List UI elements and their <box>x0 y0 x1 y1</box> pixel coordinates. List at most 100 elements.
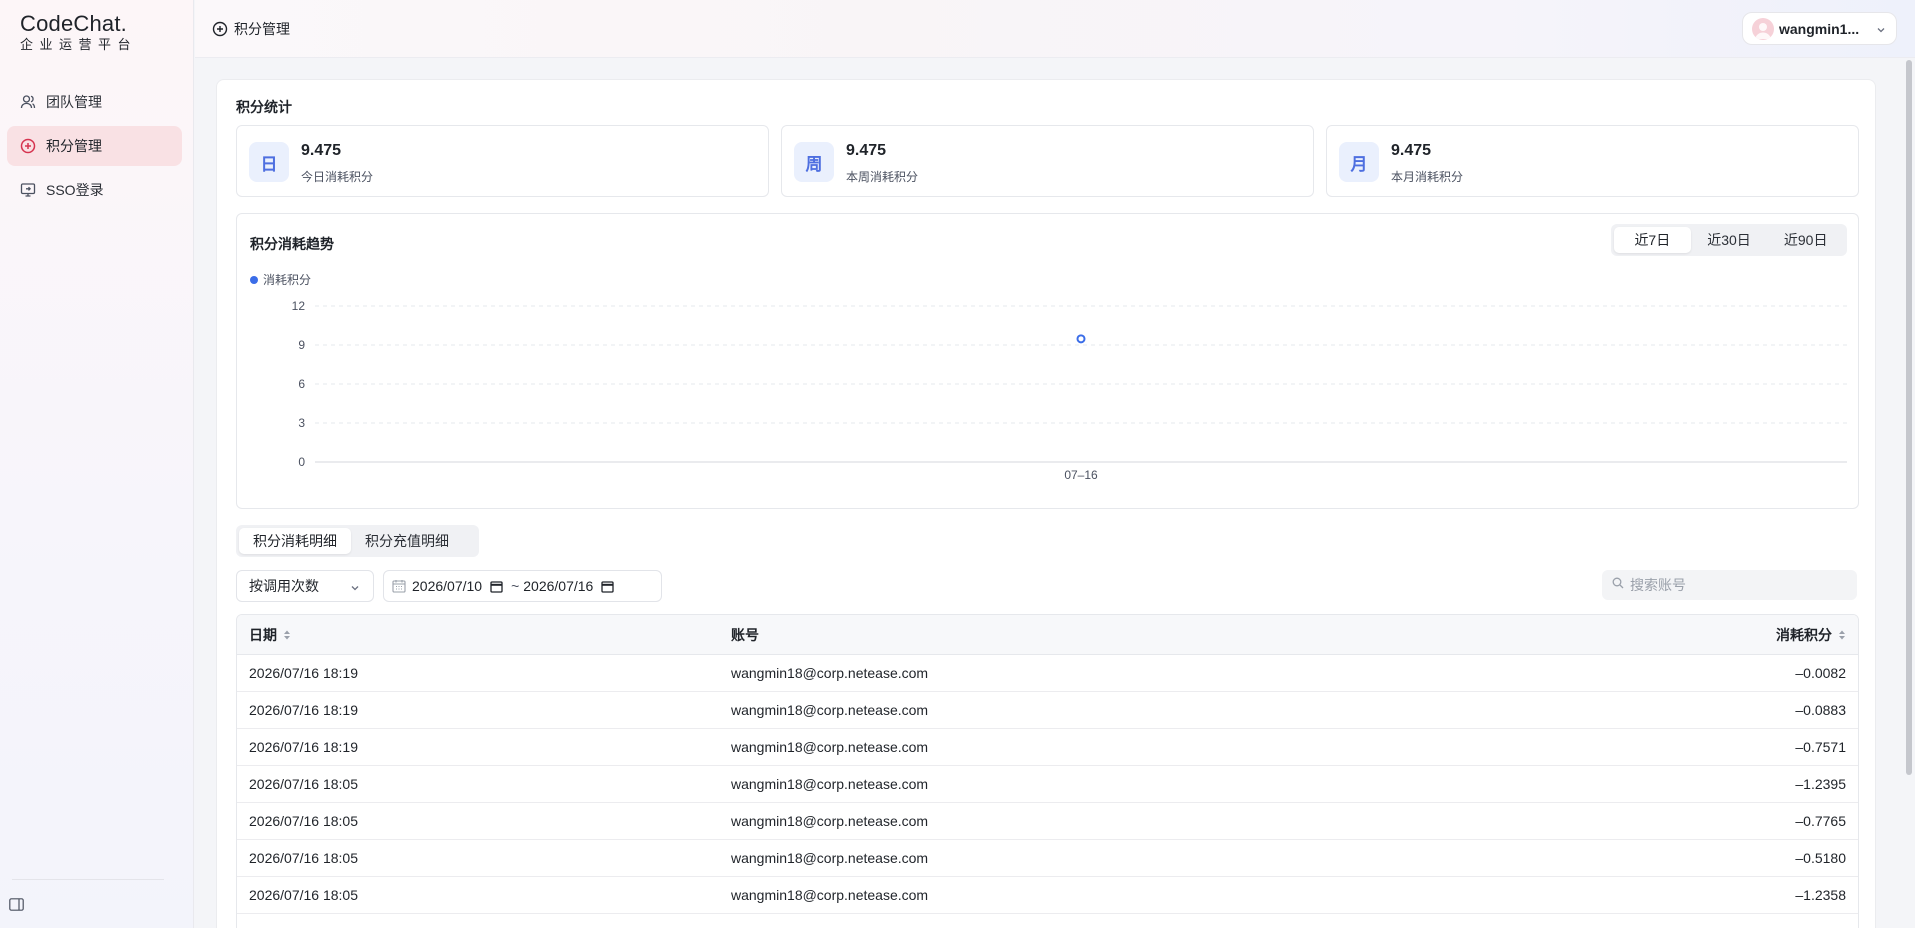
cell-points: –0.7765 <box>1795 813 1846 829</box>
column-account: 账号 <box>731 626 759 643</box>
cell-account: wangmin18@corp.netease.com <box>731 813 929 829</box>
y-tick-label: 9 <box>298 338 305 352</box>
y-tick-label: 12 <box>292 299 306 313</box>
avatar <box>1752 17 1774 40</box>
week-icon: 周 <box>794 142 834 182</box>
chevron-down-icon <box>349 581 361 593</box>
table-row: 2026/07/16 18:05 wangmin18@corp.netease.… <box>237 803 1858 840</box>
sidebar-item-label: SSO登录 <box>46 182 104 198</box>
cell-date: 2026/07/16 18:05 <box>249 887 358 903</box>
logo: CodeChat. 企业运营平台 <box>20 12 137 53</box>
page-scrollbar[interactable] <box>1904 60 1913 775</box>
column-points[interactable]: 消耗积分 <box>1558 625 1858 645</box>
calendar-icon <box>392 579 406 593</box>
column-date-label: 日期 <box>249 626 277 643</box>
sidebar: CodeChat. 企业运营平台 团队管理 积分管理 SSO登录 <box>0 0 194 928</box>
user-name: wangmin1... <box>1779 20 1860 37</box>
cell-account: wangmin18@corp.netease.com <box>731 776 929 792</box>
y-tick-label: 3 <box>298 416 305 430</box>
cell-account: wangmin18@corp.netease.com <box>731 739 929 755</box>
table-row: 2026/07/16 18:05 wangmin18@corp.netease.… <box>237 766 1858 803</box>
sidebar-nav: 团队管理 积分管理 SSO登录 <box>7 82 182 214</box>
table-row: 2026/07/16 18:19 wangmin18@corp.netease.… <box>237 729 1858 766</box>
sidebar-item-team[interactable]: 团队管理 <box>7 82 182 122</box>
trend-chart: 0 3 6 9 12 07–16 <box>292 299 1847 482</box>
user-icon <box>18 92 38 112</box>
sort-icon[interactable] <box>283 629 291 641</box>
stat-label: 本月消耗积分 <box>1391 170 1464 184</box>
x-tick-label: 07–16 <box>1064 468 1098 482</box>
column-points-label: 消耗积分 <box>1776 626 1832 643</box>
search-field[interactable] <box>1602 570 1857 600</box>
data-point[interactable] <box>1076 334 1086 344</box>
stat-value: 9.475 <box>846 142 887 159</box>
cell-points: –1.2358 <box>1795 887 1846 903</box>
cell-account: wangmin18@corp.netease.com <box>731 887 929 903</box>
tab-consumption-detail[interactable]: 积分消耗明细 <box>239 528 351 554</box>
table-row: 2026/07/16 18:05 wangmin18@corp.netease.… <box>237 877 1858 914</box>
monitor-login-icon <box>18 180 38 200</box>
detail-table: 日期 账号 消耗积分 2026/07/16 18:19 wangmin18@co… <box>236 614 1859 928</box>
cell-account: wangmin18@corp.netease.com <box>731 850 929 866</box>
stats-title: 积分统计 <box>236 99 292 115</box>
stat-value: 9.475 <box>301 142 342 159</box>
table-row: 2026/07/16 18:05 wangmin18@corp.netease.… <box>237 840 1858 877</box>
sidebar-item-label: 积分管理 <box>46 138 102 154</box>
cell-date: 2026/07/16 18:19 <box>249 739 358 755</box>
logo-subtitle: 企业运营平台 <box>20 37 138 52</box>
y-tick-label: 0 <box>298 455 305 469</box>
sort-icon[interactable] <box>1838 629 1846 641</box>
search-icon <box>1612 576 1624 594</box>
date-range-picker[interactable]: 2026/07/10 ~ 2026/07/16 <box>383 570 662 602</box>
tab-recharge-detail[interactable]: 积分充值明细 <box>351 528 463 554</box>
cell-account: wangmin18@corp.netease.com <box>731 702 929 718</box>
user-menu[interactable]: wangmin1... <box>1742 12 1897 45</box>
day-icon: 日 <box>249 142 289 182</box>
stat-card-today: 日 9.475 今日消耗积分 <box>236 125 769 197</box>
filter-select-value: 按调用次数 <box>249 578 319 594</box>
chevron-down-icon <box>1875 23 1887 35</box>
top-bar: 积分管理 wangmin1... <box>195 0 1915 58</box>
sidebar-item-label: 团队管理 <box>46 94 102 110</box>
cell-points: –0.7571 <box>1795 739 1846 755</box>
calendar-icon[interactable] <box>490 580 503 593</box>
date-start[interactable]: 2026/07/10 <box>412 578 482 594</box>
stat-value: 9.475 <box>1391 142 1432 159</box>
cell-date: 2026/07/16 18:05 <box>249 776 358 792</box>
cell-date: 2026/07/16 18:05 <box>249 850 358 866</box>
trend-chart-panel: 积分消耗趋势 近7日 近30日 近90日 消耗积分 0 3 6 9 12 07–16 <box>236 213 1859 509</box>
table-row: 2026/07/16 18:19 wangmin18@corp.netease.… <box>237 655 1858 692</box>
calendar-icon[interactable] <box>601 580 614 593</box>
detail-tabs: 积分消耗明细 积分充值明细 <box>236 525 479 557</box>
cell-points: –0.0883 <box>1795 702 1846 718</box>
cell-account: wangmin18@corp.netease.com <box>731 665 929 681</box>
plus-circle-icon <box>18 136 38 156</box>
stat-card-week: 周 9.475 本周消耗积分 <box>781 125 1314 197</box>
sidebar-item-sso[interactable]: SSO登录 <box>7 170 182 210</box>
sidebar-item-points[interactable]: 积分管理 <box>7 126 182 166</box>
stat-label: 今日消耗积分 <box>301 170 374 184</box>
stat-card-month: 月 9.475 本月消耗积分 <box>1326 125 1859 197</box>
cell-points: –1.2395 <box>1795 776 1846 792</box>
plus-circle-icon <box>212 21 228 37</box>
column-date[interactable]: 日期 <box>237 625 731 645</box>
page-title: 积分管理 <box>212 19 290 39</box>
y-tick-label: 6 <box>298 377 305 391</box>
scrollbar-thumb[interactable] <box>1906 60 1912 775</box>
logo-title: CodeChat. <box>20 11 127 36</box>
table-row: 2026/07/16 18:19 wangmin18@corp.netease.… <box>237 692 1858 729</box>
table-header: 日期 账号 消耗积分 <box>237 615 1858 655</box>
date-end[interactable]: 2026/07/16 <box>523 578 593 594</box>
cell-date: 2026/07/16 18:05 <box>249 813 358 829</box>
cell-date: 2026/07/16 18:19 <box>249 665 358 681</box>
month-icon: 月 <box>1339 142 1379 182</box>
search-input[interactable] <box>1630 577 1830 593</box>
main-card: 积分统计 日 9.475 今日消耗积分 周 9.475 本周消耗积分 月 9.4… <box>216 79 1876 928</box>
sidebar-collapse-icon[interactable] <box>7 896 25 912</box>
cell-points: –0.0082 <box>1795 665 1846 681</box>
cell-points: –0.5180 <box>1795 850 1846 866</box>
stat-label: 本周消耗积分 <box>846 170 919 184</box>
sidebar-divider <box>12 879 164 880</box>
filter-select[interactable]: 按调用次数 <box>236 570 374 602</box>
cell-date: 2026/07/16 18:19 <box>249 702 358 718</box>
